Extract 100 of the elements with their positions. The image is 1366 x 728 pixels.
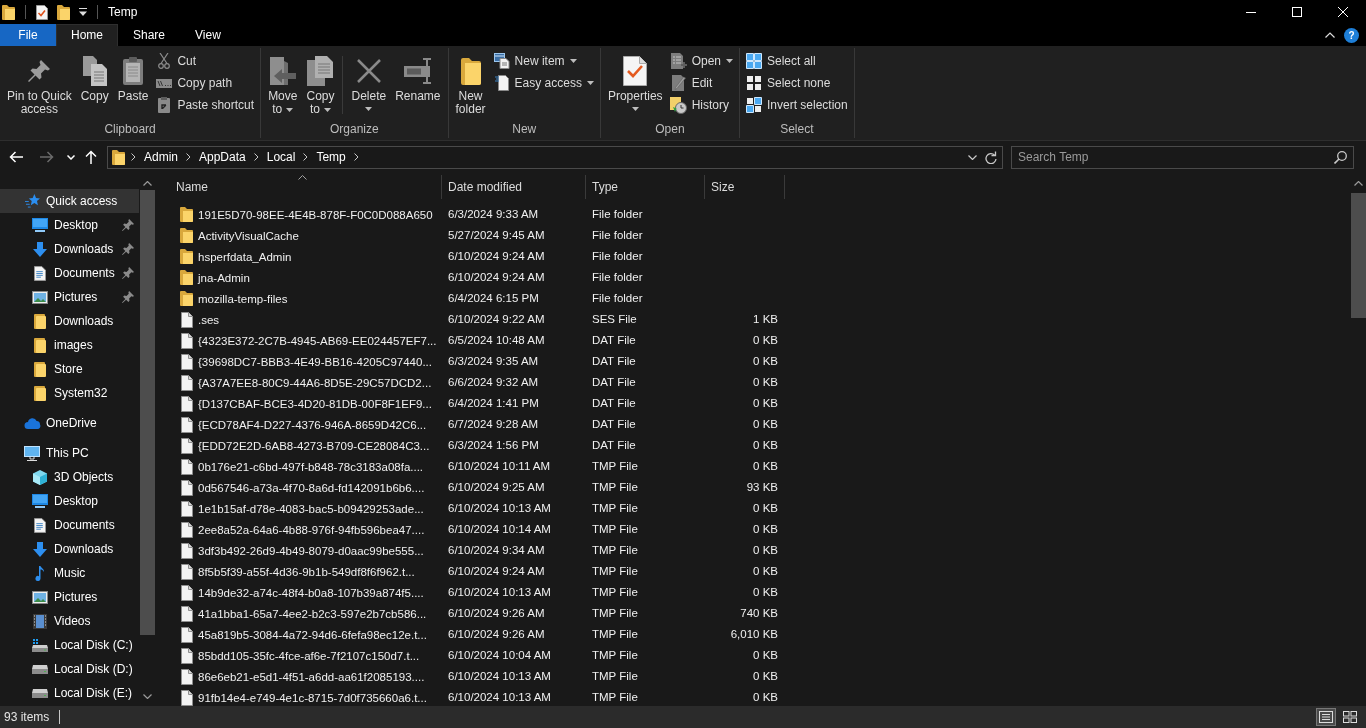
name-cell: {ECD78AF4-D227-4376-946A-8659D42C6...: [198, 417, 427, 432]
sort-chevron-icon: [297, 175, 307, 180]
file-icon: [180, 647, 193, 664]
name-cell: 8f5b5f39-a55f-4d36-9b1b-549df8f6f962.t...: [198, 564, 415, 579]
date-cell: 6/10/2024 9:26 AM: [448, 607, 545, 620]
column-header[interactable]: Name: [170, 175, 442, 199]
ribbon-button[interactable]: Copy path: [153, 72, 258, 94]
file-icon: [180, 542, 193, 559]
ribbon-button[interactable]: Delete: [347, 48, 391, 120]
ribbon-button[interactable]: Rename: [391, 48, 445, 120]
chevron-right-icon[interactable]: [253, 153, 259, 161]
nav-pane-item[interactable]: Pictures: [0, 285, 139, 309]
large-icons-view-button[interactable]: [1340, 708, 1360, 726]
nav-pane-item[interactable]: Downloads: [0, 309, 139, 333]
chevron-right-icon[interactable]: [303, 153, 309, 161]
nav-pane-item[interactable]: Desktop: [0, 213, 139, 237]
document-icon: [494, 75, 509, 91]
chevron-right-icon[interactable]: [131, 153, 136, 161]
nav-pane-item[interactable]: Local Disk (D:): [0, 657, 139, 681]
nav-pane-item[interactable]: Videos: [0, 609, 139, 633]
column-header[interactable]: Type: [586, 175, 705, 199]
ribbon-button[interactable]: New folder: [451, 48, 490, 120]
ribbon-button[interactable]: Paste shortcut: [153, 94, 258, 116]
breadcrumb-button[interactable]: AppData: [197, 149, 248, 165]
scroll-up-icon[interactable]: [1353, 180, 1363, 186]
ribbon-button[interactable]: Properties: [603, 48, 667, 120]
search-field[interactable]: Search Temp: [1011, 145, 1354, 169]
name-cell: {4323E372-2C7B-4945-AB69-EE024457EF7...: [198, 333, 437, 348]
document-icon: [34, 265, 46, 281]
ribbon-tab[interactable]: View: [180, 24, 236, 46]
scroll-thumb[interactable]: [1350, 193, 1366, 318]
chevron-up-icon[interactable]: [1325, 32, 1335, 38]
size-cell: 0 KB: [753, 565, 778, 578]
ribbon-button[interactable]: History: [667, 94, 736, 116]
help-button[interactable]: ?: [1344, 27, 1359, 43]
folder-icon: [34, 361, 46, 377]
nav-pane-item[interactable]: Desktop: [0, 489, 139, 513]
computer-icon: [24, 445, 40, 461]
chevron-down-icon[interactable]: [968, 154, 977, 160]
nav-pane-item[interactable]: Pictures: [0, 585, 139, 609]
nav-pane-item[interactable]: Documents: [0, 261, 139, 285]
details-view-icon: [1319, 711, 1333, 723]
scroll-down-icon[interactable]: [142, 693, 152, 699]
ribbon-button[interactable]: Paste: [113, 48, 153, 120]
chevron-right-icon[interactable]: [353, 153, 359, 161]
details-view-button[interactable]: [1316, 708, 1336, 726]
nav-pane-item[interactable]: Quick access: [0, 189, 139, 213]
nav-pane-item[interactable]: This PC: [0, 441, 139, 465]
ribbon-button[interactable]: Easy access: [490, 72, 597, 94]
date-cell: 6/10/2024 10:04 AM: [448, 649, 551, 662]
nav-pane-item[interactable]: System32: [0, 381, 139, 405]
back-arrow-icon: [8, 151, 23, 163]
pushpin-icon: [28, 60, 51, 82]
folder-icon[interactable]: [57, 4, 70, 20]
ribbon-tab[interactable]: Home: [56, 24, 118, 46]
nav-pane-item[interactable]: images: [0, 333, 139, 357]
document-list-icon: [670, 53, 687, 69]
nav-pane-item[interactable]: OneDrive: [0, 411, 139, 435]
file-tab[interactable]: File: [0, 24, 56, 46]
breadcrumb-button[interactable]: Temp: [314, 149, 348, 165]
scroll-up-icon[interactable]: [142, 180, 152, 186]
ribbon-button[interactable]: Edit: [667, 72, 736, 94]
name-cell: .ses: [198, 312, 220, 327]
nav-pane-item[interactable]: Music: [0, 561, 139, 585]
ribbon-button[interactable]: Cut: [153, 50, 258, 72]
caret-icon: [726, 59, 733, 63]
breadcrumb-button[interactable]: Local: [264, 149, 298, 165]
scroll-thumb[interactable]: [139, 190, 155, 635]
nav-pane-item[interactable]: Local Disk (E:): [0, 681, 139, 705]
type-cell: DAT File: [592, 418, 636, 431]
ribbon-button[interactable]: Move to: [264, 48, 302, 120]
ribbon-button[interactable]: Copy to: [302, 48, 339, 120]
address-bar[interactable]: Admin AppData Local Temp: [107, 145, 1003, 169]
customize-dropdown-icon[interactable]: [79, 8, 87, 16]
ribbon-button[interactable]: Select none: [743, 72, 851, 94]
ribbon-button[interactable]: Copy: [76, 48, 113, 120]
search-icon[interactable]: [1334, 150, 1347, 164]
folder-icon: [180, 249, 193, 264]
checkmark-document-icon[interactable]: [36, 4, 48, 20]
nav-pane-item[interactable]: 3D Objects: [0, 465, 139, 489]
column-header[interactable]: Date modified: [442, 175, 586, 199]
nav-pane-item[interactable]: Local Disk (C:): [0, 633, 139, 657]
ribbon-button[interactable]: Pin to Quick access: [3, 48, 76, 120]
ribbon-button[interactable]: New item: [490, 50, 597, 72]
date-cell: 6/10/2024 10:13 AM: [448, 670, 551, 683]
nav-pane-item[interactable]: Store: [0, 357, 139, 381]
chevron-right-icon[interactable]: [186, 153, 191, 161]
group-label: Clipboard: [103, 121, 157, 138]
refresh-icon[interactable]: [985, 150, 997, 164]
ribbon-button[interactable]: Invert selection: [743, 94, 851, 116]
nav-pane-item[interactable]: Downloads: [0, 237, 139, 261]
ribbon-button[interactable]: Open: [667, 50, 736, 72]
type-cell: File folder: [592, 250, 643, 263]
breadcrumb-button[interactable]: Admin: [142, 149, 180, 165]
nav-pane-item[interactable]: Downloads: [0, 537, 139, 561]
column-header[interactable]: Size: [705, 175, 785, 199]
size-cell: 0 KB: [753, 649, 778, 662]
ribbon-tab[interactable]: Share: [118, 24, 181, 46]
nav-pane-item[interactable]: Documents: [0, 513, 139, 537]
ribbon-button[interactable]: Select all: [743, 50, 851, 72]
